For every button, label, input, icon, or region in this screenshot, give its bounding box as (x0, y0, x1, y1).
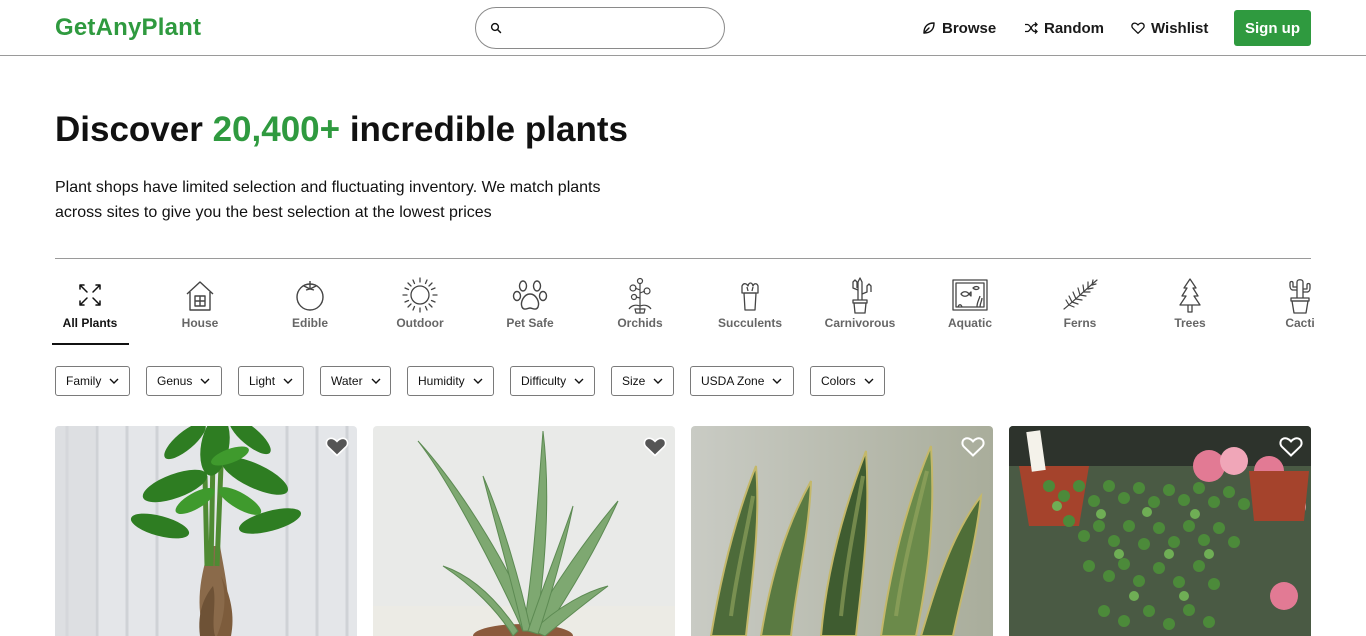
wishlist-heart-icon[interactable] (961, 435, 985, 457)
wishlist-heart-icon[interactable] (325, 435, 349, 457)
filter-label: Colors (821, 374, 856, 388)
category-house[interactable]: House (145, 272, 255, 346)
chevron-down-icon (864, 378, 874, 384)
filter-humidity[interactable]: Humidity (407, 366, 494, 396)
category-succulents[interactable]: Succulents (695, 272, 805, 346)
category-label: Succulents (717, 316, 783, 330)
category-all-plants[interactable]: All Plants (35, 272, 145, 346)
nav-wishlist-label: Wishlist (1151, 19, 1209, 37)
chevron-down-icon (653, 378, 663, 384)
filter-difficulty[interactable]: Difficulty (510, 366, 595, 396)
wishlist-heart-icon[interactable] (1279, 435, 1303, 457)
category-label: Outdoor (396, 316, 444, 330)
chevron-down-icon (772, 378, 782, 384)
product-grid (55, 426, 1311, 636)
product-card-aloe[interactable] (373, 426, 675, 636)
chevron-down-icon (371, 378, 381, 384)
category-outdoor[interactable]: Outdoor (365, 272, 475, 346)
category-label: All Plants (62, 316, 118, 330)
filter-label: Family (66, 374, 102, 388)
orchid-icon (628, 277, 652, 314)
category-label: Cacti (1285, 316, 1314, 330)
filter-label: USDA Zone (701, 374, 765, 388)
filter-water[interactable]: Water (320, 366, 391, 396)
filter-light[interactable]: Light (238, 366, 304, 396)
chevron-down-icon (200, 378, 210, 384)
nav-wishlist[interactable]: Wishlist (1131, 19, 1208, 37)
category-edible[interactable]: Edible (255, 272, 365, 346)
fern-icon (1063, 279, 1098, 310)
search-input[interactable] (510, 16, 710, 40)
filter-label: Water (331, 374, 363, 388)
nav-browse[interactable]: Browse (922, 19, 996, 37)
category-label: Edible (291, 316, 328, 330)
category-label: Aquatic (947, 316, 992, 330)
filter-label: Difficulty (521, 374, 567, 388)
category-pet-safe[interactable]: Pet Safe (475, 272, 585, 346)
category-cacti[interactable]: Cacti (1245, 272, 1314, 346)
wishlist-heart-icon[interactable] (643, 435, 667, 457)
filter-genus[interactable]: Genus (146, 366, 222, 396)
tree-icon (1179, 278, 1201, 313)
category-orchids[interactable]: Orchids (585, 272, 695, 346)
category-label: Carnivorous (824, 316, 896, 330)
chevron-down-icon (283, 378, 293, 384)
category-carnivorous[interactable]: Carnivorous (805, 272, 915, 346)
hero-title-count: 20,400+ (212, 110, 341, 149)
hero-description: Plant shops have limited selection and f… (55, 179, 601, 221)
filter-size[interactable]: Size (611, 366, 674, 396)
filter-label: Size (622, 374, 646, 388)
filter-family[interactable]: Family (55, 366, 130, 396)
filter-label: Genus (157, 374, 193, 388)
chevron-down-icon (473, 378, 483, 384)
carnivorous-plant-icon (852, 277, 872, 314)
cactus-icon (1289, 279, 1311, 314)
product-card-snake-plant[interactable] (691, 426, 993, 636)
filter-label: Light (249, 374, 276, 388)
product-card-money-tree[interactable] (55, 426, 357, 636)
aquarium-icon (952, 279, 988, 311)
paw-icon (512, 280, 548, 310)
top-navbar: GetAnyPlant Browse Random Wishlist Sign … (0, 0, 1366, 56)
category-tabs: All Plants House Edible Outdoor Pet Safe… (35, 272, 1314, 348)
category-aquatic[interactable]: Aquatic (915, 272, 1025, 346)
hero-title-suffix: incredible plants (340, 110, 628, 149)
nav-random-label: Random (1044, 19, 1104, 37)
product-image-string-of-pearls (1009, 426, 1311, 636)
active-tab-indicator (52, 343, 129, 345)
category-label: House (181, 316, 219, 330)
product-image-money-tree (55, 426, 357, 636)
sun-icon (402, 277, 438, 313)
heart-icon (1131, 22, 1145, 34)
site-logo[interactable]: GetAnyPlant (55, 14, 201, 42)
hero-title: Discover 20,400+ incredible plants (55, 110, 628, 150)
category-trees[interactable]: Trees (1135, 272, 1245, 346)
expand-arrows-icon (79, 284, 101, 306)
category-label: Trees (1174, 316, 1206, 330)
chevron-down-icon (574, 378, 584, 384)
shuffle-icon (1025, 22, 1038, 34)
leaf-icon (923, 22, 935, 34)
search-icon (490, 22, 502, 34)
hero-title-prefix: Discover (55, 110, 213, 149)
category-label: Pet Safe (506, 316, 554, 330)
product-image-aloe (373, 426, 675, 636)
filter-colors[interactable]: Colors (810, 366, 885, 396)
category-ferns[interactable]: Ferns (1025, 272, 1135, 346)
nav-browse-label: Browse (942, 19, 997, 37)
nav-random[interactable]: Random (1024, 19, 1104, 37)
house-icon (186, 281, 214, 311)
succulent-icon (741, 282, 759, 311)
chevron-down-icon (109, 378, 119, 384)
product-image-snake-plant (691, 426, 993, 636)
search-bar[interactable] (475, 7, 725, 49)
signup-button[interactable]: Sign up (1234, 10, 1311, 46)
category-label: Orchids (617, 316, 663, 330)
tomato-icon (296, 281, 324, 311)
filter-label: Humidity (418, 374, 465, 388)
section-divider (55, 258, 1311, 259)
category-label: Ferns (1063, 316, 1097, 330)
filter-usda-zone[interactable]: USDA Zone (690, 366, 794, 396)
product-card-string-of-pearls[interactable] (1009, 426, 1311, 636)
